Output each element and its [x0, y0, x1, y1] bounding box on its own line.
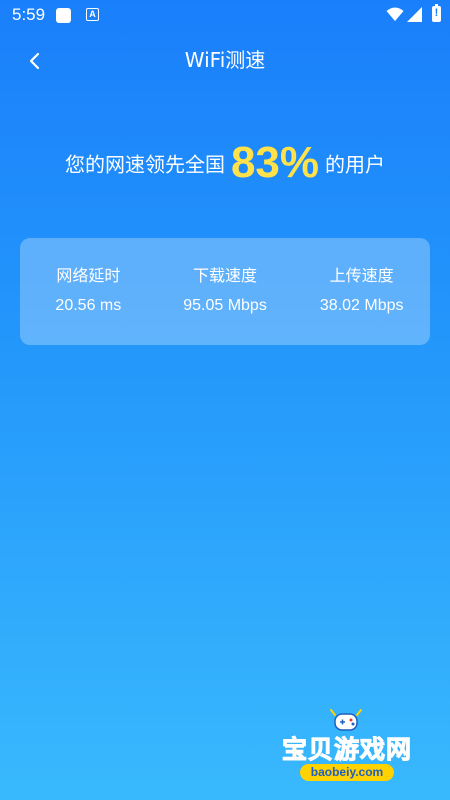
watermark-url: baobeiy.com	[300, 764, 394, 781]
stat-label: 上传速度	[329, 266, 394, 285]
stat-download: 下载速度 95.05 Mbps	[157, 238, 294, 345]
a-icon: A	[86, 8, 99, 21]
battery-icon	[432, 4, 441, 22]
stat-value: 20.56 ms	[55, 297, 122, 314]
ranking-suffix: 的用户	[325, 152, 386, 177]
app-icon	[56, 8, 71, 23]
stat-upload: 上传速度 38.02 Mbps	[293, 238, 430, 345]
stat-label: 下载速度	[193, 266, 258, 285]
wifi-icon	[386, 7, 404, 21]
speed-ranking: 您的网速领先全国 83% 的用户	[0, 138, 450, 188]
stat-value: 95.05 Mbps	[183, 297, 267, 314]
speed-stats-card: 网络延时 20.56 ms 下载速度 95.05 Mbps 上传速度 38.02…	[20, 238, 430, 345]
gamepad-icon	[330, 709, 362, 731]
watermark-logo: 宝贝游戏网 baobeiy.com	[272, 708, 422, 788]
signal-icon	[407, 7, 422, 22]
watermark-title: 宝贝游戏网	[281, 735, 412, 765]
stat-label: 网络延时	[56, 266, 121, 285]
stat-latency: 网络延时 20.56 ms	[20, 238, 157, 345]
status-time: 5:59	[12, 5, 46, 24]
ranking-percent: 83%	[230, 138, 320, 187]
status-bar: 5:59 A	[0, 0, 450, 30]
page-title: WiFi测速	[184, 48, 266, 72]
ranking-prefix: 您的网速领先全国	[64, 152, 225, 177]
stat-value: 38.02 Mbps	[319, 297, 404, 314]
